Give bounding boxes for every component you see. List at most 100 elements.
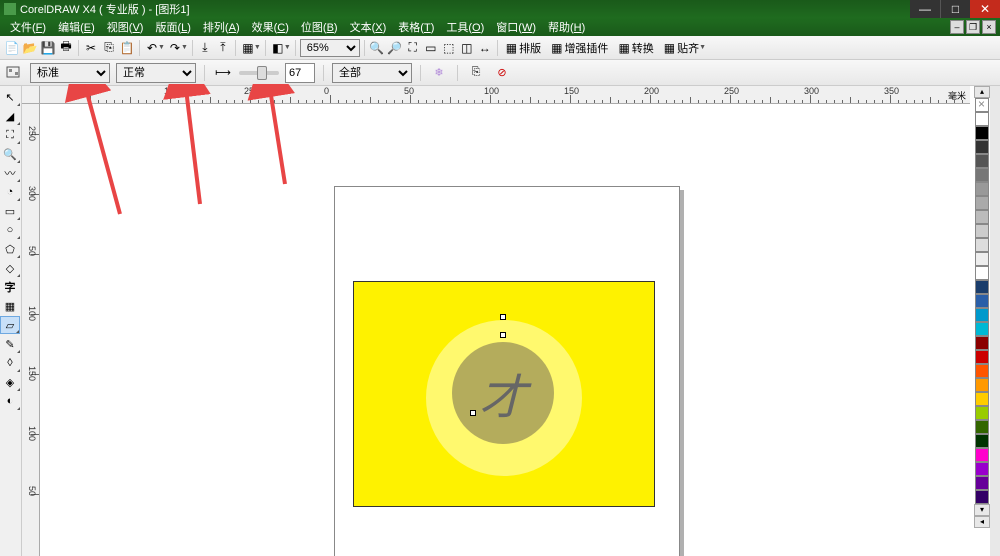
- zoom-tool[interactable]: 🔍: [0, 145, 20, 163]
- rectangle-tool[interactable]: ▭: [0, 202, 20, 220]
- color-swatch[interactable]: [975, 266, 989, 280]
- menu-e[interactable]: 编辑(E): [52, 19, 101, 35]
- menu-t[interactable]: 表格(T): [392, 19, 440, 35]
- text-tool[interactable]: 字: [0, 278, 20, 296]
- opacity-input[interactable]: [285, 63, 315, 83]
- freeze-icon[interactable]: ❄: [429, 64, 449, 82]
- color-swatch[interactable]: [975, 490, 989, 504]
- print-icon[interactable]: 🖶: [58, 40, 74, 56]
- enhance-plugin-button[interactable]: ▦增强插件: [547, 40, 612, 56]
- selection-handle-mid[interactable]: [500, 332, 506, 338]
- color-swatch[interactable]: [975, 140, 989, 154]
- pick-tool[interactable]: ↖: [0, 88, 20, 106]
- no-color-swatch[interactable]: [975, 98, 989, 112]
- zoom-fit-icon[interactable]: ⛶: [405, 40, 421, 56]
- canvas[interactable]: 才: [40, 104, 970, 556]
- interactive-fill-tool[interactable]: ◐: [0, 392, 20, 410]
- color-swatch[interactable]: [975, 238, 989, 252]
- color-swatch[interactable]: [975, 420, 989, 434]
- snap-button[interactable]: ▦贴齐 ▼: [660, 40, 710, 56]
- cut-icon[interactable]: ✂: [83, 40, 99, 56]
- menu-x[interactable]: 文本(X): [344, 19, 393, 35]
- menu-a[interactable]: 排列(A): [197, 19, 246, 35]
- crop-tool[interactable]: ⛶: [0, 126, 20, 144]
- ellipse-tool[interactable]: ○: [0, 221, 20, 239]
- color-swatch[interactable]: [975, 476, 989, 490]
- outline-tool[interactable]: ◊: [0, 354, 20, 372]
- import-icon[interactable]: ⤓: [197, 40, 213, 56]
- color-swatch[interactable]: [975, 210, 989, 224]
- color-swatch[interactable]: [975, 196, 989, 210]
- zoom-page-icon[interactable]: ▭: [423, 40, 439, 56]
- zoom-in-icon[interactable]: 🔍: [369, 40, 385, 56]
- zoom-width-icon[interactable]: ↔: [477, 40, 493, 56]
- undo-dropdown[interactable]: ↶▼: [144, 40, 165, 56]
- color-swatch[interactable]: [975, 336, 989, 350]
- convert-button[interactable]: ▦转换: [614, 40, 657, 56]
- selection-handle-top[interactable]: [500, 314, 506, 320]
- color-swatch[interactable]: [975, 406, 989, 420]
- blend-mode-select[interactable]: 正常: [116, 63, 196, 83]
- palette-scroll-down[interactable]: ▾: [974, 504, 990, 516]
- menu-f[interactable]: 文件(F): [4, 19, 52, 35]
- color-swatch[interactable]: [975, 434, 989, 448]
- color-swatch[interactable]: [975, 448, 989, 462]
- menu-o[interactable]: 工具(O): [440, 19, 490, 35]
- close-button[interactable]: ✕: [970, 0, 1000, 18]
- color-swatch[interactable]: [975, 294, 989, 308]
- export-icon[interactable]: ⤒: [215, 40, 231, 56]
- menu-b[interactable]: 位图(B): [295, 19, 344, 35]
- menu-w[interactable]: 窗口(W): [490, 19, 542, 35]
- basic-shapes-tool[interactable]: ◇: [0, 259, 20, 277]
- copy-props-icon[interactable]: ⎘: [466, 64, 486, 82]
- color-swatch[interactable]: [975, 154, 989, 168]
- welcome-dropdown[interactable]: ◧▼: [270, 40, 291, 56]
- save-icon[interactable]: 💾: [40, 40, 56, 56]
- ruler-origin[interactable]: [22, 86, 40, 104]
- shape-tool[interactable]: ◢: [0, 107, 20, 125]
- vertical-ruler[interactable]: 2503005010015010050: [22, 104, 40, 556]
- clear-transparency-icon[interactable]: ⊘: [492, 64, 512, 82]
- zoom-out-icon[interactable]: 🔎: [387, 40, 403, 56]
- color-swatch[interactable]: [975, 392, 989, 406]
- color-swatch[interactable]: [975, 182, 989, 196]
- transparency-type-select[interactable]: 标准: [30, 63, 110, 83]
- polygon-tool[interactable]: ⬠: [0, 240, 20, 258]
- color-swatch[interactable]: [975, 322, 989, 336]
- selection-handle-bottom[interactable]: [470, 410, 476, 416]
- open-icon[interactable]: 📂: [22, 40, 38, 56]
- launch-dropdown[interactable]: ▦▼: [240, 40, 261, 56]
- new-icon[interactable]: 📄: [4, 40, 20, 56]
- smart-fill-tool[interactable]: ◔: [0, 183, 20, 201]
- color-swatch[interactable]: [975, 350, 989, 364]
- paste-icon[interactable]: 📋: [119, 40, 135, 56]
- palette-expand[interactable]: ◂: [974, 516, 990, 528]
- color-swatch[interactable]: [975, 168, 989, 182]
- menu-v[interactable]: 视图(V): [101, 19, 150, 35]
- opacity-slider[interactable]: [239, 71, 279, 75]
- copy-icon[interactable]: ⎘: [101, 40, 117, 56]
- menu-h[interactable]: 帮助(H): [542, 19, 591, 35]
- color-swatch[interactable]: [975, 462, 989, 476]
- menu-c[interactable]: 效果(C): [246, 19, 295, 35]
- zoom-all-icon[interactable]: ⬚: [441, 40, 457, 56]
- eyedropper-tool[interactable]: ✎: [0, 335, 20, 353]
- zoom-selection-icon[interactable]: ◫: [459, 40, 475, 56]
- apply-target-select[interactable]: 全部: [332, 63, 412, 83]
- fill-tool[interactable]: ◈: [0, 373, 20, 391]
- inner-circle-object[interactable]: 才: [452, 342, 554, 444]
- zoom-select[interactable]: 65%: [300, 39, 360, 57]
- color-swatch[interactable]: [975, 252, 989, 266]
- redo-dropdown[interactable]: ↷▼: [167, 40, 188, 56]
- color-swatch[interactable]: [975, 364, 989, 378]
- table-tool[interactable]: ▦: [0, 297, 20, 315]
- color-swatch[interactable]: [975, 280, 989, 294]
- color-swatch[interactable]: [975, 126, 989, 140]
- color-swatch[interactable]: [975, 378, 989, 392]
- color-swatch[interactable]: [975, 112, 989, 126]
- color-swatch[interactable]: [975, 224, 989, 238]
- horizontal-ruler[interactable]: 50100250050100150200250300350: [40, 86, 970, 104]
- menu-l[interactable]: 版面(L): [149, 19, 196, 35]
- interactive-transparency-tool[interactable]: ▱: [0, 316, 20, 334]
- maximize-button[interactable]: □: [940, 0, 970, 18]
